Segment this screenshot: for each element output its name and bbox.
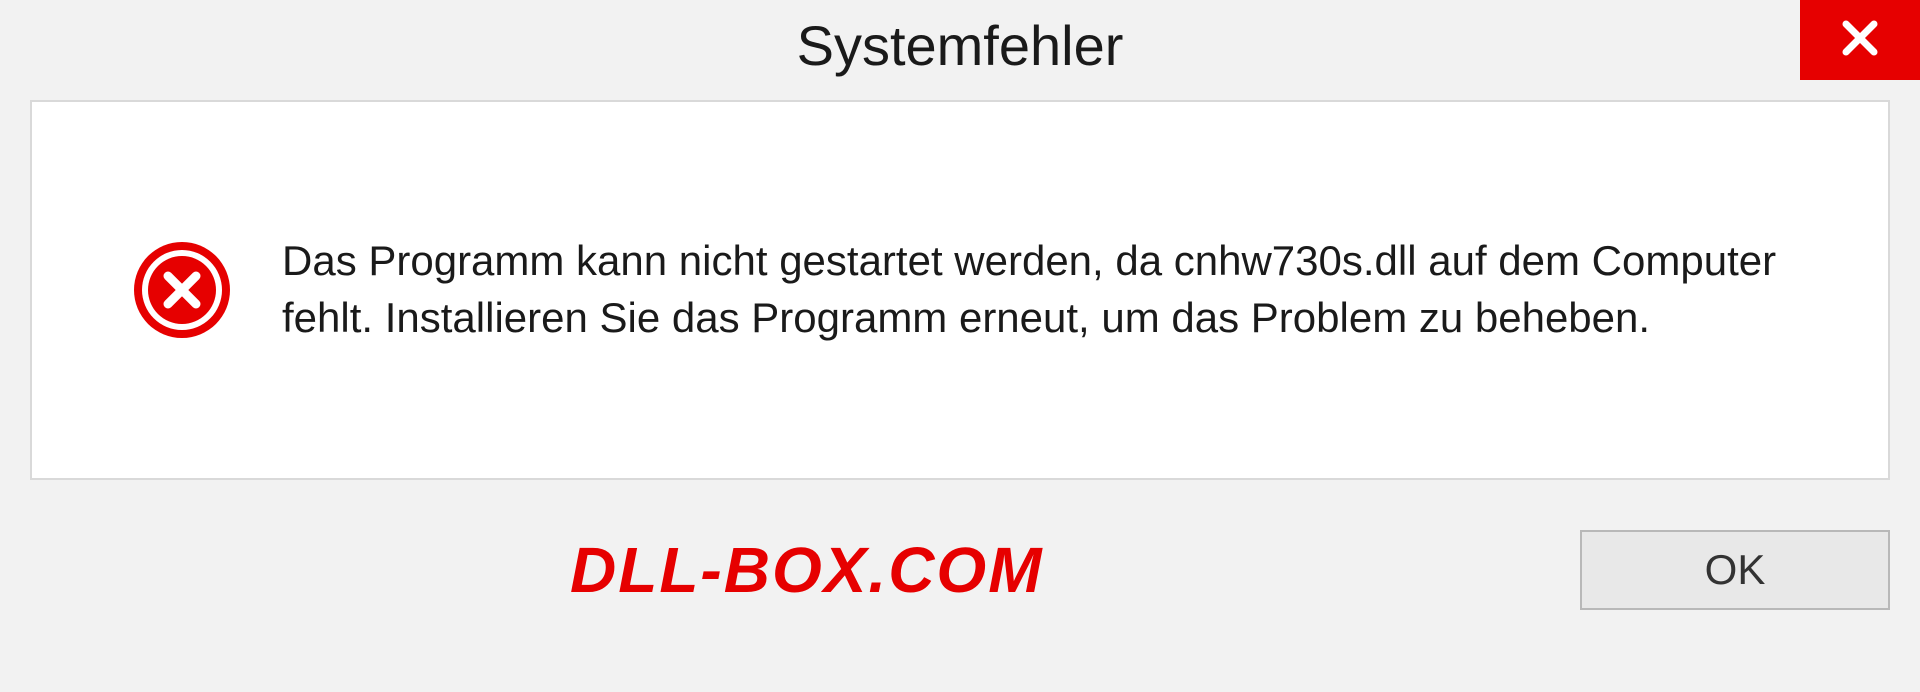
close-icon [1836, 14, 1884, 67]
titlebar: Systemfehler [0, 0, 1920, 90]
error-icon [132, 240, 232, 340]
footer: DLL-BOX.COM OK [0, 480, 1920, 660]
content-panel: Das Programm kann nicht gestartet werden… [30, 100, 1890, 480]
dialog-title: Systemfehler [797, 13, 1124, 78]
error-dialog: Systemfehler Das Programm kann nicht ges… [0, 0, 1920, 692]
error-message: Das Programm kann nicht gestartet werden… [282, 233, 1808, 346]
ok-button[interactable]: OK [1580, 530, 1890, 610]
close-button[interactable] [1800, 0, 1920, 80]
watermark-text: DLL-BOX.COM [570, 533, 1044, 607]
